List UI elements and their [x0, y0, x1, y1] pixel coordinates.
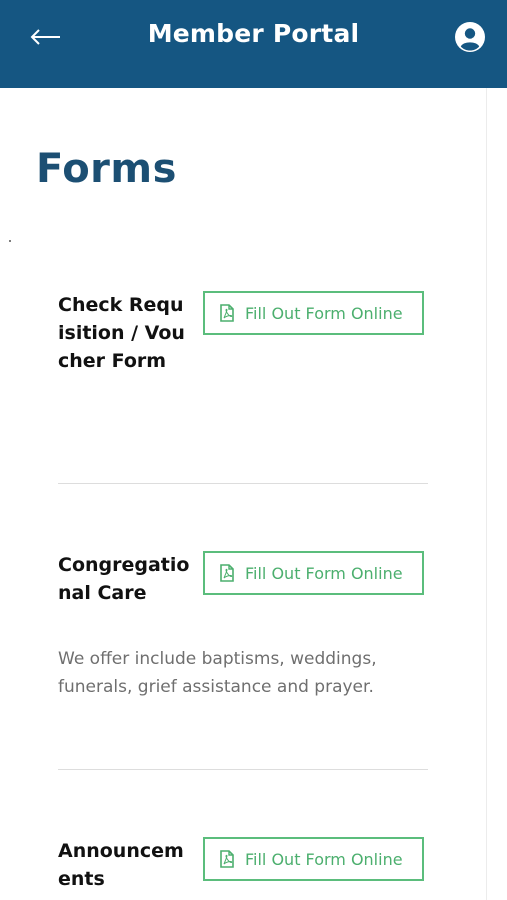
divider	[58, 769, 428, 770]
fill-out-form-button[interactable]: Fill Out Form Online	[203, 837, 424, 881]
fill-out-form-button[interactable]: Fill Out Form Online	[203, 551, 424, 595]
right-edge-divider	[486, 88, 487, 900]
form-description: We offer include baptisms, weddings, fun…	[58, 649, 377, 697]
pdf-file-icon	[220, 564, 234, 582]
stray-dot	[9, 240, 11, 242]
user-circle-icon	[455, 22, 485, 52]
divider	[58, 483, 428, 484]
app-header: Member Portal	[0, 0, 507, 88]
form-name: Congregational Care	[58, 554, 190, 604]
fill-out-form-label: Fill Out Form Online	[245, 303, 403, 323]
fill-out-form-button[interactable]: Fill Out Form Online	[203, 291, 424, 335]
fill-out-form-label: Fill Out Form Online	[245, 849, 403, 869]
header-title: Member Portal	[147, 19, 360, 48]
page: Member Portal Forms Check Requisition / …	[0, 0, 507, 900]
pdf-file-icon	[220, 850, 234, 868]
form-name: Announcements	[58, 840, 184, 890]
fill-out-form-label: Fill Out Form Online	[245, 563, 403, 583]
form-name: Check Requisition / Voucher Form	[58, 294, 185, 372]
page-title: Forms	[36, 146, 177, 192]
profile-button[interactable]	[454, 21, 486, 53]
pdf-file-icon	[220, 304, 234, 322]
